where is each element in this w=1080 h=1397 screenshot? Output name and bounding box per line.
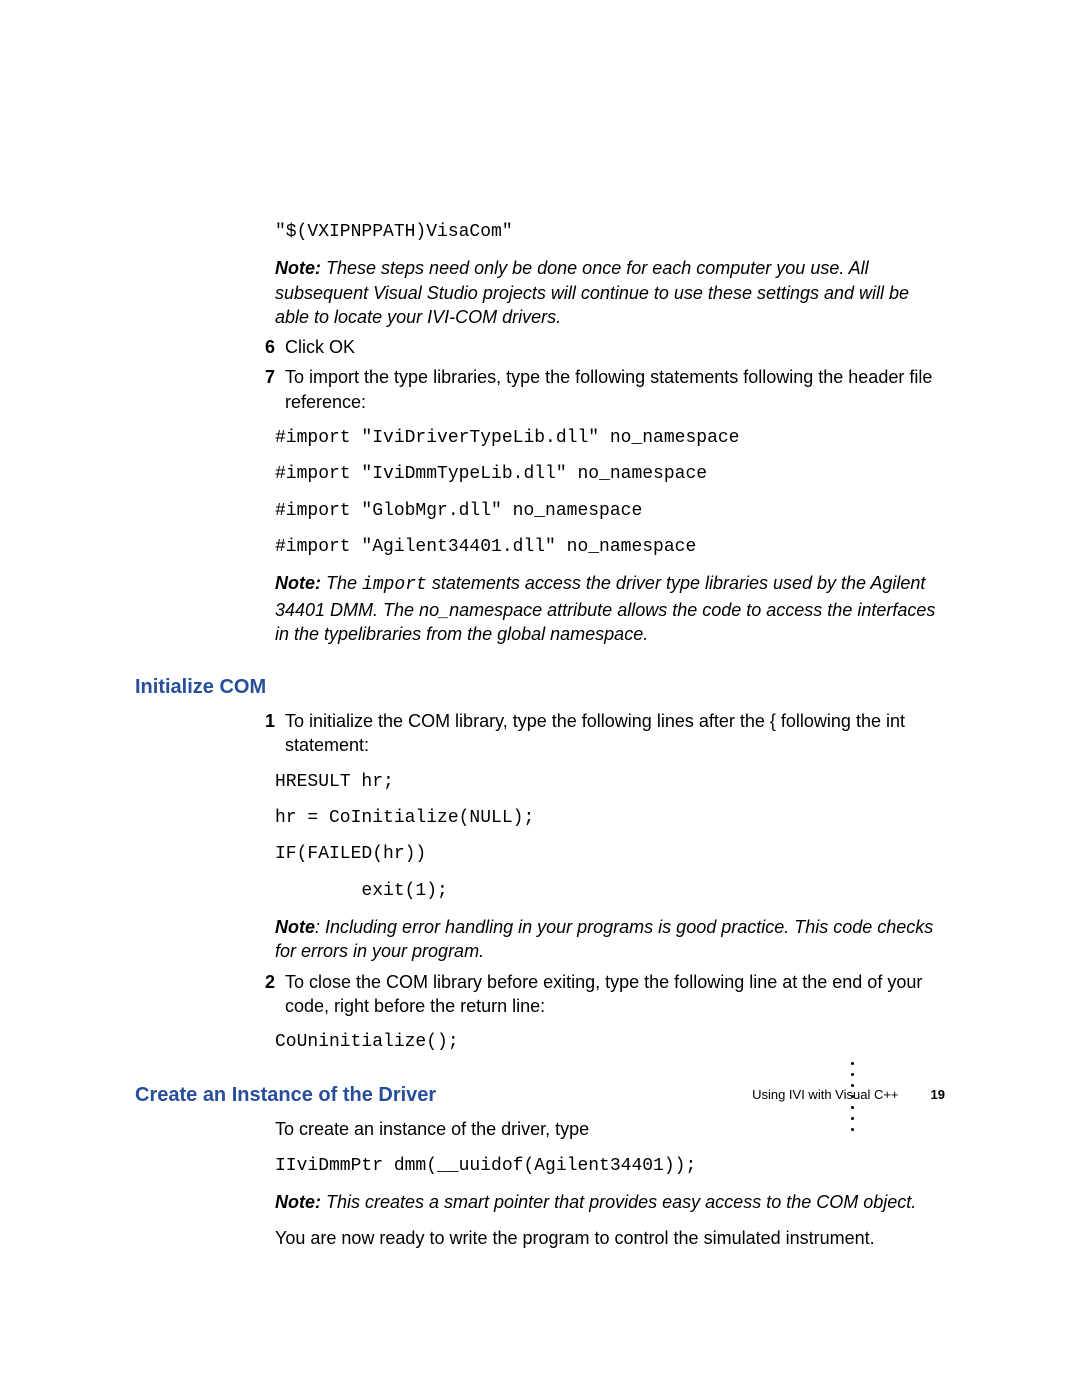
note-block: Note: The import statements access the d… [275,571,945,646]
code-line: #import "GlobMgr.dll" no_namespace [275,499,945,523]
code-line: #import "IviDmmTypeLib.dll" no_namespace [275,462,945,486]
note-code: import [362,575,427,595]
note-block: Note: This creates a smart pointer that … [275,1190,945,1214]
step-text: Click OK [285,335,945,359]
code-line: HRESULT hr; [275,770,945,794]
note-label: Note [275,917,315,937]
note-label: Note: [275,573,321,593]
step-text: To import the type libraries, type the f… [285,365,945,414]
code-line: #import "IviDriverTypeLib.dll" no_namesp… [275,426,945,450]
note-block: Note: These steps need only be done once… [275,256,945,329]
step-number: 1 [253,709,275,733]
document-page: "$(VXIPNPPATH)VisaCom" Note: These steps… [0,0,1080,1397]
code-line: exit(1); [275,879,945,903]
code-line: IIviDmmPtr dmm(__uuidof(Agilent34401)); [275,1154,945,1178]
step-row: 6 Click OK [135,335,945,359]
step-number: 7 [253,365,275,389]
footer-chapter: Using IVI with Visual C++ [752,1087,898,1102]
step-row: 2 To close the COM library before exitin… [135,970,945,1019]
code-line: CoUninitialize(); [275,1030,945,1054]
note-body: : Including error handling in your progr… [275,917,933,961]
note-body: This creates a smart pointer that provid… [321,1192,916,1212]
code-line: hr = CoInitialize(NULL); [275,806,945,830]
step-text: To close the COM library before exiting,… [285,970,945,1019]
note-pre: The [321,573,362,593]
paragraph: You are now ready to write the program t… [275,1226,945,1250]
note-body: These steps need only be done once for e… [275,258,909,327]
code-line: "$(VXIPNPPATH)VisaCom" [275,220,945,244]
section-heading: Initialize COM [135,674,945,701]
step-row: 7 To import the type libraries, type the… [135,365,945,414]
step-number: 2 [253,970,275,994]
code-line: #import "Agilent34401.dll" no_namespace [275,535,945,559]
note-label: Note: [275,258,321,278]
step-number: 6 [253,335,275,359]
paragraph: To create an instance of the driver, typ… [275,1117,945,1141]
step-row: 1 To initialize the COM library, type th… [135,709,945,758]
note-block: Note: Including error handling in your p… [275,915,945,964]
footer-page-number: 19 [931,1087,945,1102]
footer-dots-icon [849,1058,855,1135]
step-text: To initialize the COM library, type the … [285,709,945,758]
note-label: Note: [275,1192,321,1212]
code-line: IF(FAILED(hr)) [275,842,945,866]
